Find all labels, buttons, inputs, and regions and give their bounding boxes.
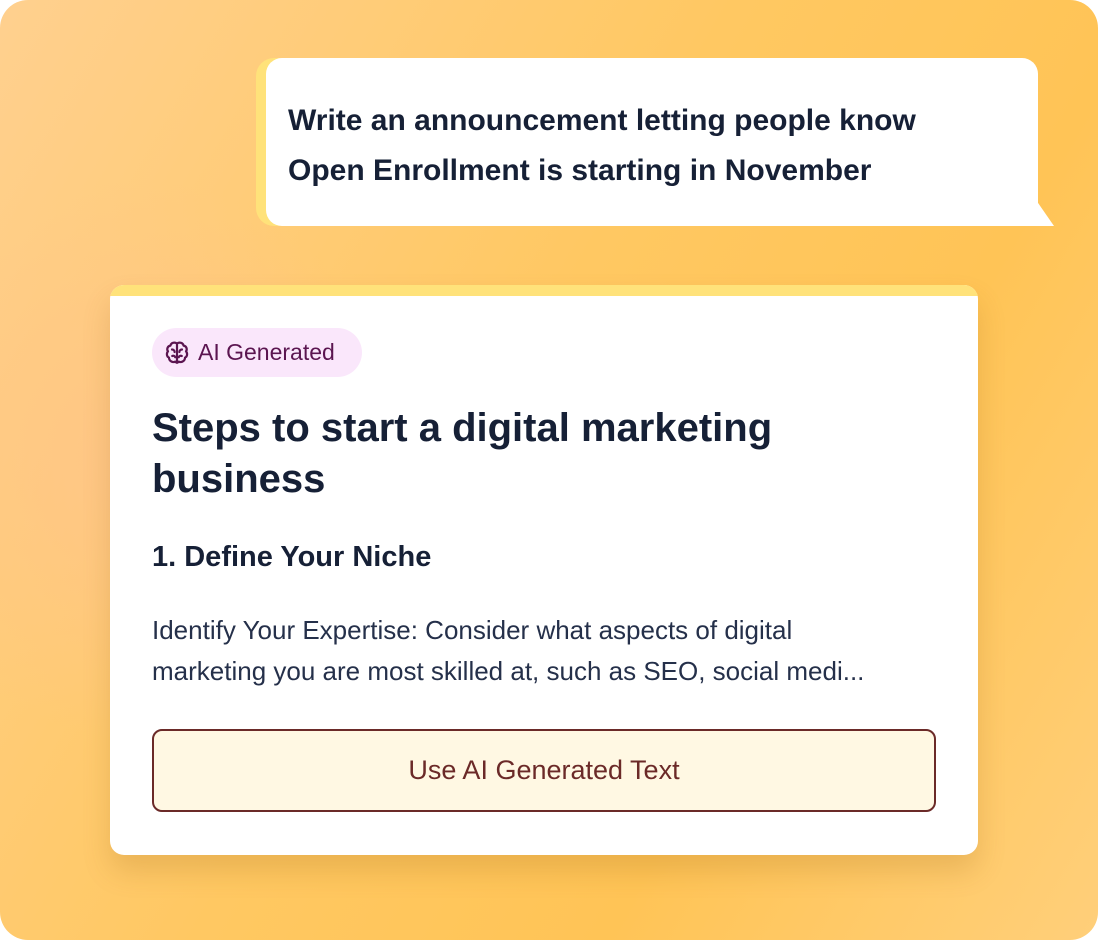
badge-label: AI Generated <box>198 339 335 365</box>
use-ai-text-button[interactable]: Use AI Generated Text <box>152 729 936 812</box>
ai-result-card: AI Generated Steps to start a digital ma… <box>110 285 978 855</box>
body-line: marketing you are most skilled at, such … <box>152 656 865 686</box>
prompt-text: Write an announcement letting people kno… <box>288 96 1008 196</box>
prompt-bubble-body: Write an announcement letting people kno… <box>266 58 1038 226</box>
background-canvas: Write an announcement letting people kno… <box>0 0 1098 940</box>
prompt-line: Open Enrollment is starting in November <box>288 154 872 187</box>
bubble-tail <box>1036 200 1054 226</box>
prompt-bubble: Write an announcement letting people kno… <box>256 58 1054 226</box>
card-accent-bar <box>110 285 978 296</box>
card-title: Steps to start a digital marketing busin… <box>152 406 773 501</box>
prompt-line: Write an announcement letting people kno… <box>288 104 916 137</box>
body-line: Identify Your Expertise: Consider what a… <box>152 615 793 645</box>
section-heading: 1. Define Your Niche <box>152 541 432 573</box>
ai-generated-badge: AI Generated <box>152 328 362 377</box>
brain-icon <box>163 339 191 367</box>
generated-body-text: Identify Your Expertise: Consider what a… <box>152 610 942 692</box>
